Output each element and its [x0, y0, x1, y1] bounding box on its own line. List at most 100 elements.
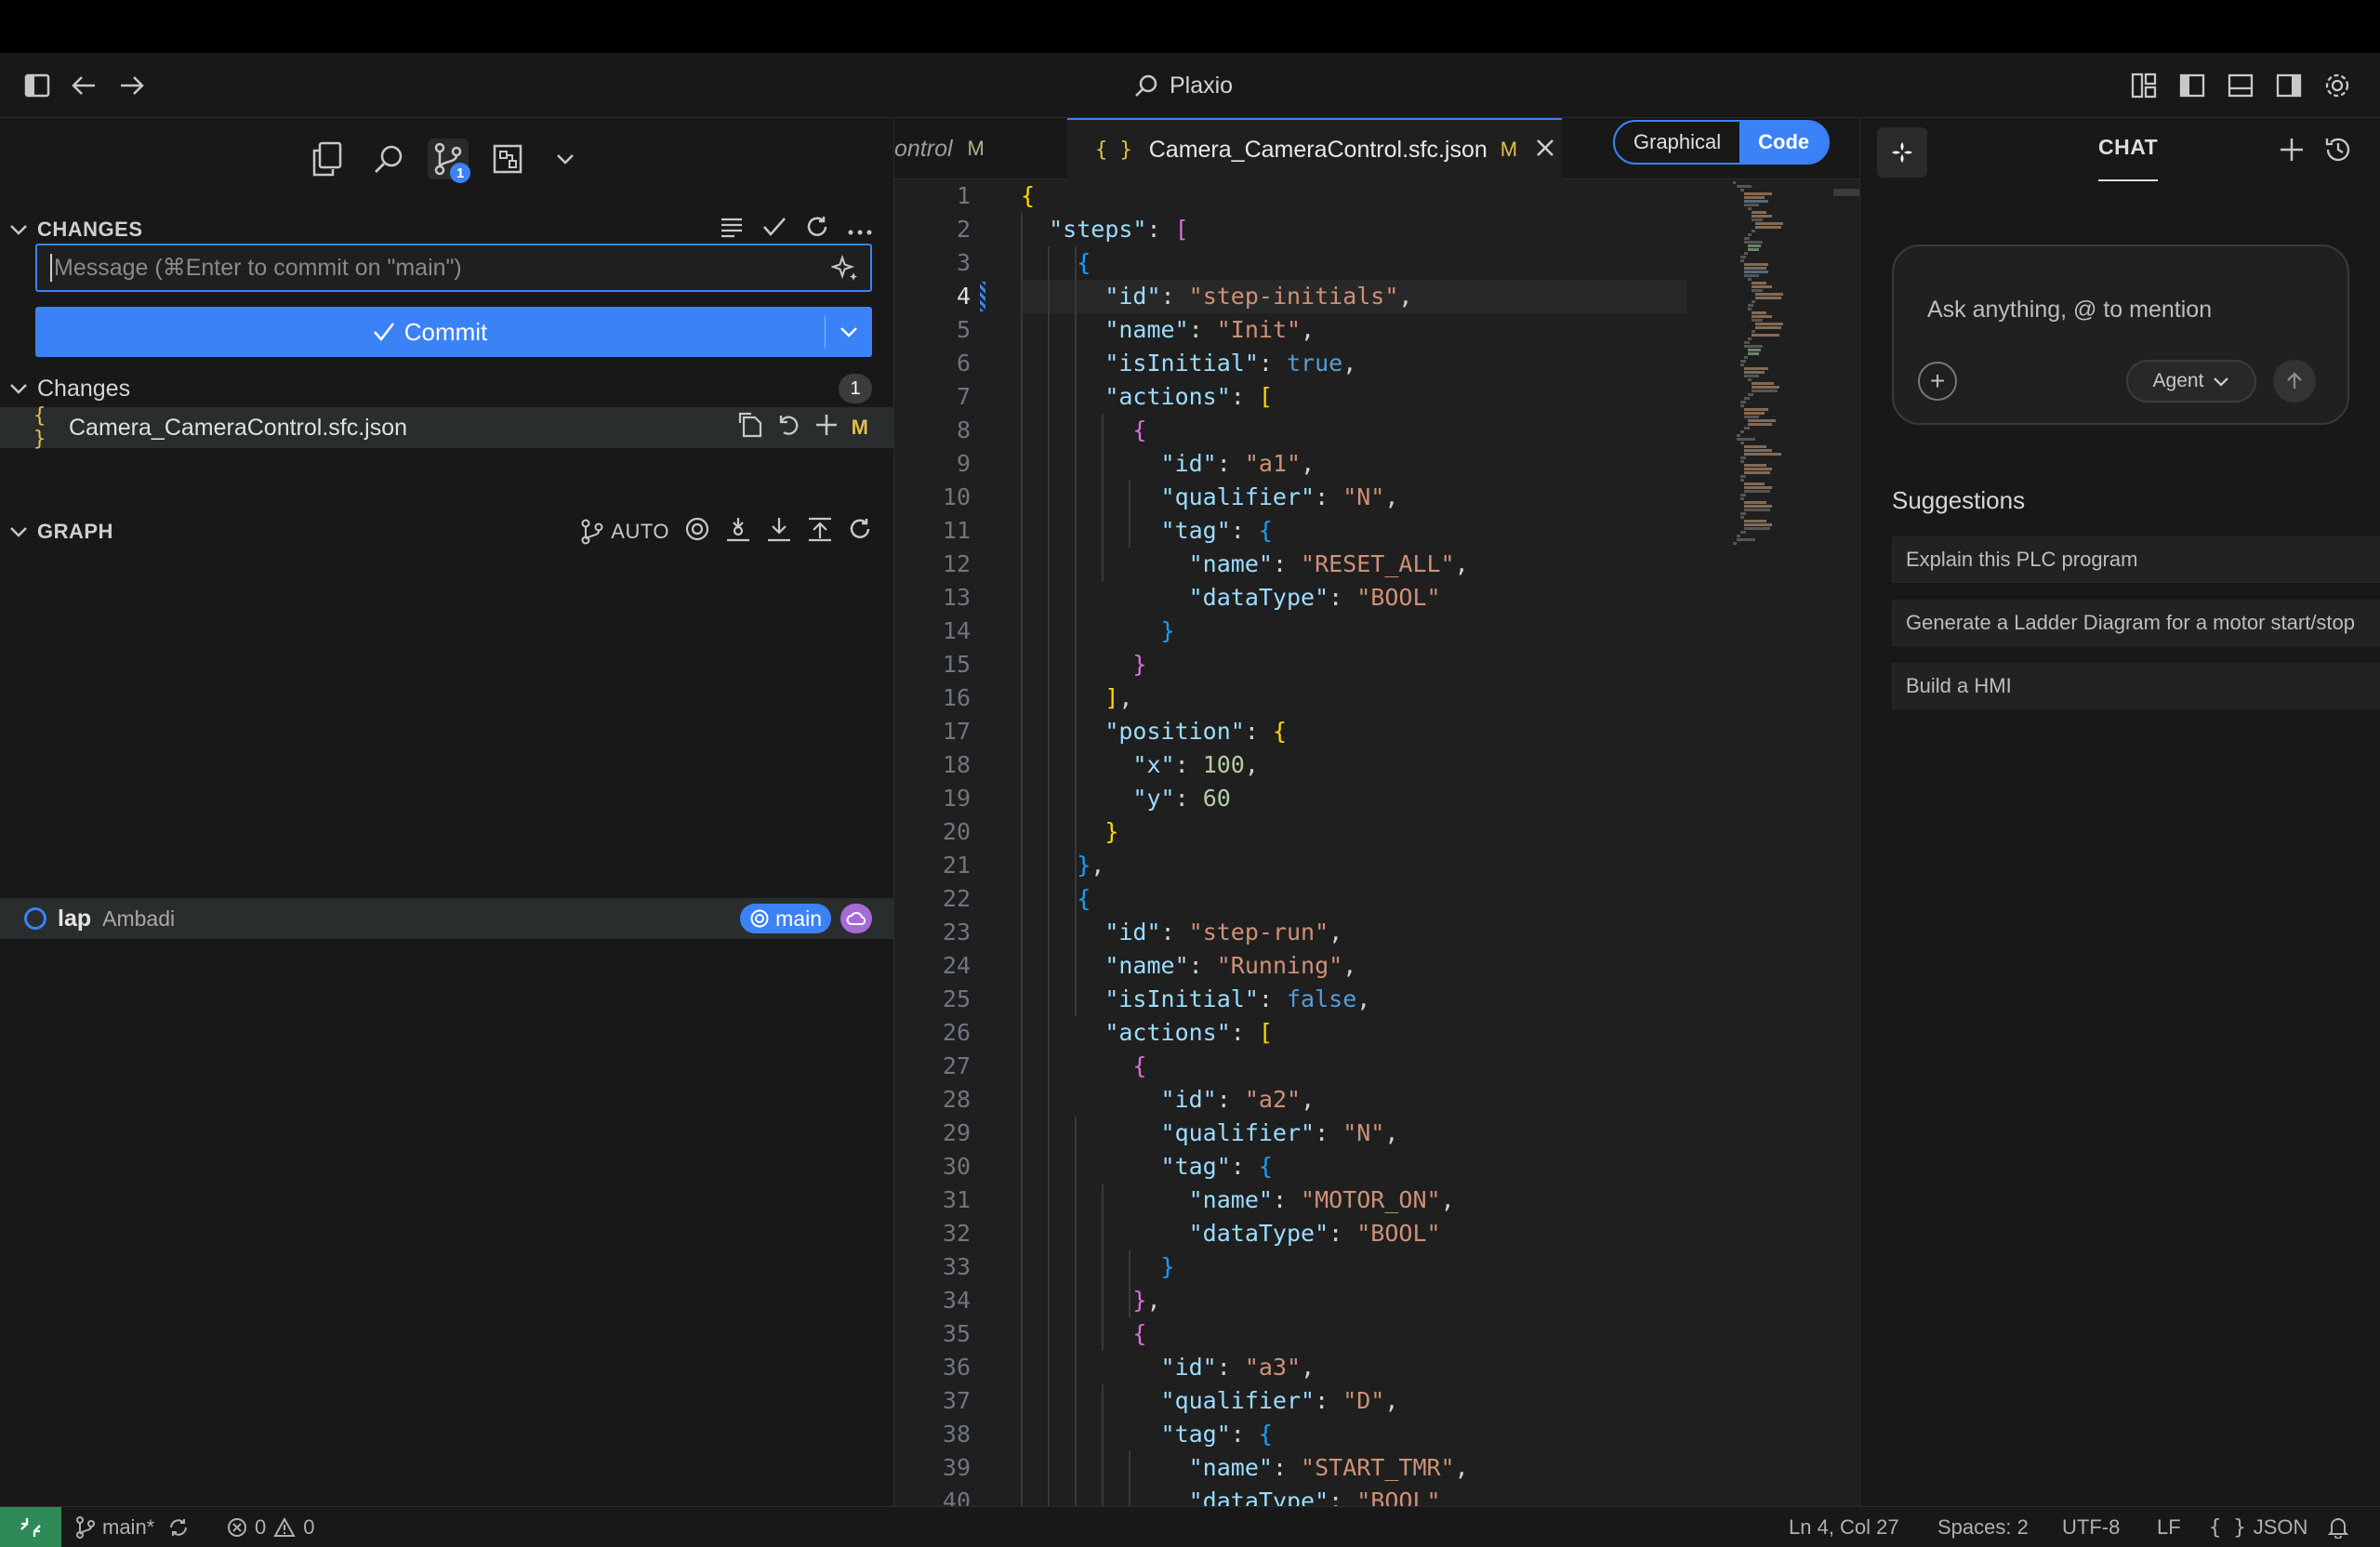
refresh-icon[interactable] — [805, 215, 829, 245]
code-line[interactable]: 30 "tag": { — [894, 1150, 1859, 1183]
search-icon[interactable] — [368, 139, 409, 179]
graph-section-header[interactable]: GRAPH AUTO — [0, 511, 894, 552]
stage-changes-plus-icon[interactable] — [814, 413, 839, 443]
ai-logo-icon[interactable] — [1877, 127, 1927, 178]
suggestion-item[interactable]: Explain this PLC program — [1892, 536, 2380, 583]
code-line[interactable]: 21 }, — [894, 849, 1859, 882]
code-line[interactable]: 15 } — [894, 648, 1859, 681]
code-line[interactable]: 40 "dataType": "BOOL" — [894, 1485, 1859, 1506]
auto-branch-selector[interactable]: AUTO — [581, 519, 669, 545]
changes-group-header[interactable]: Changes 1 — [0, 370, 894, 407]
code-line[interactable]: 1{ — [894, 179, 1859, 213]
sync-icon[interactable] — [167, 1516, 190, 1539]
code-line[interactable]: 26 "actions": [ — [894, 1016, 1859, 1050]
code-line[interactable]: 14 } — [894, 615, 1859, 648]
encoding-status[interactable]: UTF-8 — [2062, 1507, 2120, 1547]
toggle-primary-sidebar-icon[interactable] — [2175, 69, 2209, 102]
code-line[interactable]: 8 { — [894, 414, 1859, 447]
code-editor[interactable]: 1{2 "steps": [3 {4 "id": "step-initials"… — [894, 179, 1859, 1506]
code-line[interactable]: 18 "x": 100, — [894, 748, 1859, 782]
code-line[interactable]: 7 "actions": [ — [894, 380, 1859, 414]
settings-gear-icon[interactable] — [2320, 69, 2354, 102]
code-line[interactable]: 25 "isInitial": false, — [894, 983, 1859, 1016]
code-line[interactable]: 11 "tag": { — [894, 514, 1859, 548]
code-line[interactable]: 29 "qualifier": "N", — [894, 1117, 1859, 1150]
overview-ruler-thumb[interactable] — [1833, 189, 1859, 196]
push-icon[interactable] — [807, 516, 833, 548]
extensions-diagram-icon[interactable] — [487, 139, 528, 179]
minimap[interactable] — [1731, 179, 1833, 700]
toggle-sidebar-icon[interactable] — [20, 69, 54, 102]
remote-indicator-icon[interactable] — [0, 1507, 61, 1547]
code-line[interactable]: 31 "name": "MOTOR_ON", — [894, 1183, 1859, 1217]
code-line[interactable]: 17 "position": { — [894, 715, 1859, 748]
commit-button-main[interactable]: Commit — [35, 318, 825, 347]
code-line[interactable]: 33 } — [894, 1250, 1859, 1284]
code-line[interactable]: 35 { — [894, 1317, 1859, 1351]
view-as-tree-icon[interactable] — [720, 216, 744, 244]
generate-message-sparkle-icon[interactable] — [829, 254, 859, 289]
suggestion-item[interactable]: Generate a Ladder Diagram for a motor st… — [1892, 600, 2380, 646]
indentation-status[interactable]: Spaces: 2 — [1937, 1507, 2029, 1547]
code-line[interactable]: 2 "steps": [ — [894, 213, 1859, 246]
code-view-option[interactable]: Code — [1739, 122, 1829, 163]
code-line[interactable]: 37 "qualifier": "D", — [894, 1384, 1859, 1418]
back-arrow-icon[interactable] — [67, 69, 100, 102]
target-icon[interactable] — [684, 516, 710, 548]
new-chat-plus-icon[interactable] — [2275, 133, 2308, 166]
code-line[interactable]: 10 "qualifier": "N", — [894, 481, 1859, 514]
code-line[interactable]: 23 "id": "step-run", — [894, 916, 1859, 949]
code-line[interactable]: 27 { — [894, 1050, 1859, 1083]
source-control-icon[interactable]: 1 — [428, 139, 470, 183]
suggestion-item[interactable]: Build a HMI — [1892, 663, 2380, 709]
agent-mode-dropdown[interactable]: Agent — [2126, 360, 2256, 403]
commit-message-input[interactable]: Message (⌘Enter to commit on "main") — [35, 244, 872, 292]
chat-input-box[interactable]: Ask anything, @ to mention + Agent — [1892, 245, 2349, 425]
tab-camera-control-json[interactable]: { } Camera_CameraControl.sfc.json M — [1067, 118, 1562, 179]
toggle-secondary-sidebar-icon[interactable] — [2272, 69, 2306, 102]
chat-tab-title[interactable]: CHAT — [2098, 135, 2158, 160]
toggle-panel-icon[interactable] — [2224, 69, 2257, 102]
graphical-view-option[interactable]: Graphical — [1615, 122, 1739, 163]
refresh-graph-icon[interactable] — [848, 517, 872, 547]
pull-icon[interactable] — [766, 516, 792, 548]
notifications-bell-icon[interactable] — [2328, 1507, 2348, 1547]
problems-status[interactable]: 0 0 — [227, 1507, 315, 1547]
add-context-plus-icon[interactable]: + — [1918, 362, 1957, 401]
code-line[interactable]: 20 } — [894, 815, 1859, 849]
code-line[interactable]: 5 "name": "Init", — [894, 313, 1859, 347]
code-line[interactable]: 22 { — [894, 882, 1859, 916]
tab-camera-control-truncated[interactable]: ontrol M — [894, 118, 1067, 179]
code-line[interactable]: 38 "tag": { — [894, 1418, 1859, 1451]
branch-badge[interactable]: main — [740, 904, 831, 933]
open-file-icon[interactable] — [738, 412, 764, 444]
code-line[interactable]: 24 "name": "Running", — [894, 949, 1859, 983]
code-line[interactable]: 3 { — [894, 246, 1859, 280]
code-line[interactable]: 4 "id": "step-initials", — [894, 280, 1859, 313]
commit-button[interactable]: Commit — [35, 307, 872, 357]
code-line[interactable]: 13 "dataType": "BOOL" — [894, 581, 1859, 615]
explorer-files-icon[interactable] — [307, 139, 348, 179]
customize-layout-icon[interactable] — [2127, 69, 2161, 102]
code-line[interactable]: 34 }, — [894, 1284, 1859, 1317]
code-line[interactable]: 16 ], — [894, 681, 1859, 715]
changed-file-row[interactable]: { } Camera_CameraControl.sfc.json M — [0, 404, 894, 451]
commit-options-chevron-down-icon[interactable] — [826, 325, 872, 338]
branch-status[interactable]: main* — [76, 1507, 190, 1547]
code-line[interactable]: 12 "name": "RESET_ALL", — [894, 548, 1859, 581]
forward-arrow-icon[interactable] — [115, 69, 149, 102]
send-arrow-up-icon[interactable] — [2273, 360, 2316, 403]
code-line[interactable]: 28 "id": "a2", — [894, 1083, 1859, 1117]
cursor-position[interactable]: Ln 4, Col 27 — [1789, 1507, 1899, 1547]
eol-status[interactable]: LF — [2157, 1507, 2181, 1547]
code-line[interactable]: 9 "id": "a1", — [894, 447, 1859, 481]
code-line[interactable]: 39 "name": "START_TMR", — [894, 1451, 1859, 1485]
graph-commit-row[interactable]: lap Ambadi main — [0, 898, 894, 939]
chat-history-icon[interactable] — [2321, 133, 2355, 166]
discard-changes-icon[interactable] — [777, 413, 801, 443]
close-tab-icon[interactable] — [1536, 137, 1554, 164]
fetch-icon[interactable] — [725, 516, 751, 548]
code-line[interactable]: 19 "y": 60 — [894, 782, 1859, 815]
code-line[interactable]: 32 "dataType": "BOOL" — [894, 1217, 1859, 1250]
more-views-chevron-down-icon[interactable] — [545, 139, 586, 179]
